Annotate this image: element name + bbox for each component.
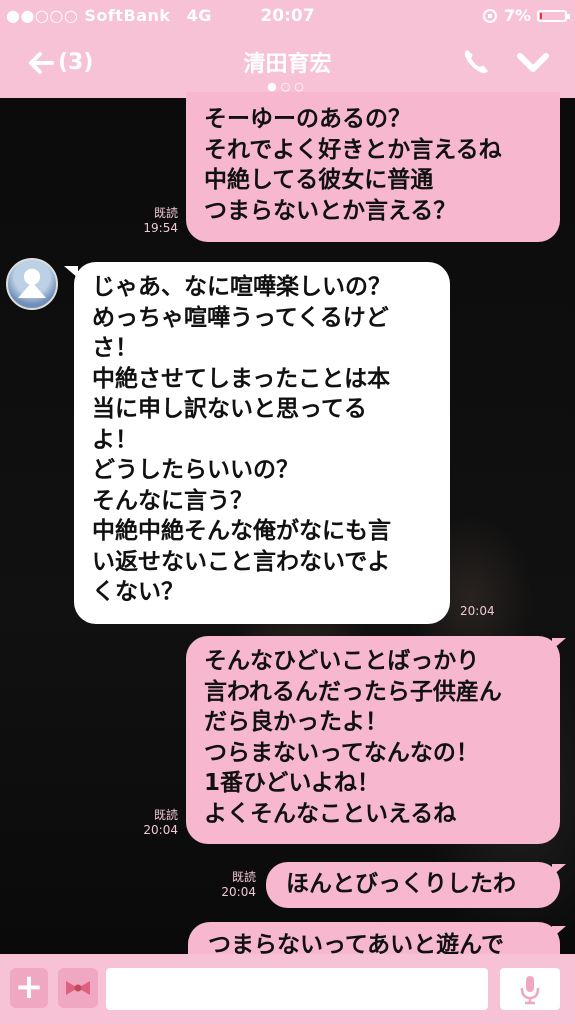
bow-icon: [66, 981, 90, 995]
message-line: そーゆーのあるの？: [204, 106, 411, 132]
status-bar: ●●○○○ SoftBank 4G 20:07 7%: [0, 0, 575, 30]
message-input-field[interactable]: [106, 968, 488, 1010]
message-line: めっちゃ喧嘩うってくるけど: [92, 304, 389, 331]
orientation-lock-icon: [482, 8, 497, 23]
message-line: つまらないとか言える？: [204, 197, 457, 224]
chevron-down-icon[interactable]: [516, 50, 550, 76]
message-time: 20:04: [221, 885, 256, 899]
message-line: よ！: [92, 426, 138, 453]
contact-avatar[interactable]: [6, 258, 58, 310]
message-line: ほんとびっくりしたわ: [286, 871, 516, 897]
plus-icon[interactable]: +: [10, 968, 48, 1008]
battery-icon: [537, 9, 570, 22]
message-line: 言われるんだったら子供産ん: [204, 678, 502, 705]
message-time: 20:04: [460, 604, 495, 618]
read-receipt: 既読: [231, 870, 256, 884]
message-line: つらまないってなんなの！: [204, 739, 479, 766]
message-line: じゃあ、なに喧嘩楽しいの？: [92, 274, 391, 300]
phone-icon[interactable]: [460, 46, 492, 78]
message-line: さ！: [92, 335, 138, 361]
battery-percent: 7%: [503, 6, 531, 25]
message-line: そんなに言う？: [92, 487, 253, 514]
message-line: よくそんなこといえるね: [204, 800, 457, 827]
message-bubble-sent[interactable]: そーゆーのあるの？ それでよく好きとか言えるね 中絶してる彼女に普通 つまらない…: [186, 92, 560, 242]
message-line: 1番ひどいよね！: [204, 770, 380, 796]
read-receipt: 既読: [153, 206, 178, 220]
message-bubble-received[interactable]: じゃあ、なに喧嘩楽しいの？ めっちゃ喧嘩うってくるけど さ！ 中絶させてしまった…: [74, 262, 450, 624]
message-line: 中絶中絶そんな俺がなにも言: [92, 518, 391, 544]
message-meta: 既読 20:04: [128, 808, 178, 838]
read-receipt: 既読: [153, 808, 178, 822]
message-meta: 既読 19:54: [128, 206, 178, 236]
message-line: くない？: [92, 579, 184, 605]
message-line: そんなひどいことばっかり: [204, 648, 480, 674]
message-line: だら良かったよ！: [204, 709, 388, 735]
message-bubble-sent[interactable]: そんなひどいことばっかり 言われるんだったら子供産ん だら良かったよ！ つらまな…: [186, 636, 560, 844]
status-right: 7%: [482, 6, 570, 25]
message-bubble-sent[interactable]: ほんとびっくりしたわ: [266, 862, 560, 908]
message-meta: 既読 20:04: [206, 870, 256, 900]
message-line: それでよく好きとか言えるね: [204, 136, 502, 163]
mic-icon: [520, 976, 540, 1005]
hello-kitty-bow-icon[interactable]: [58, 968, 98, 1008]
mic-button[interactable]: [500, 968, 560, 1010]
message-time: 20:04: [143, 823, 178, 837]
message-line: 中絶してる彼女に普通: [204, 167, 434, 193]
message-line: どうしたらいいの？: [92, 457, 299, 483]
message-line: い返せないこと言わないでよ: [92, 548, 391, 575]
message-time: 19:54: [143, 221, 178, 235]
message-line: 当に申し訳ないと思ってる: [92, 396, 367, 422]
message-input-bar: +: [0, 954, 575, 1024]
chat-header: (3) 清田育宏 ●○○: [0, 30, 575, 98]
message-line: 中絶させてしまったことは本: [92, 365, 391, 392]
